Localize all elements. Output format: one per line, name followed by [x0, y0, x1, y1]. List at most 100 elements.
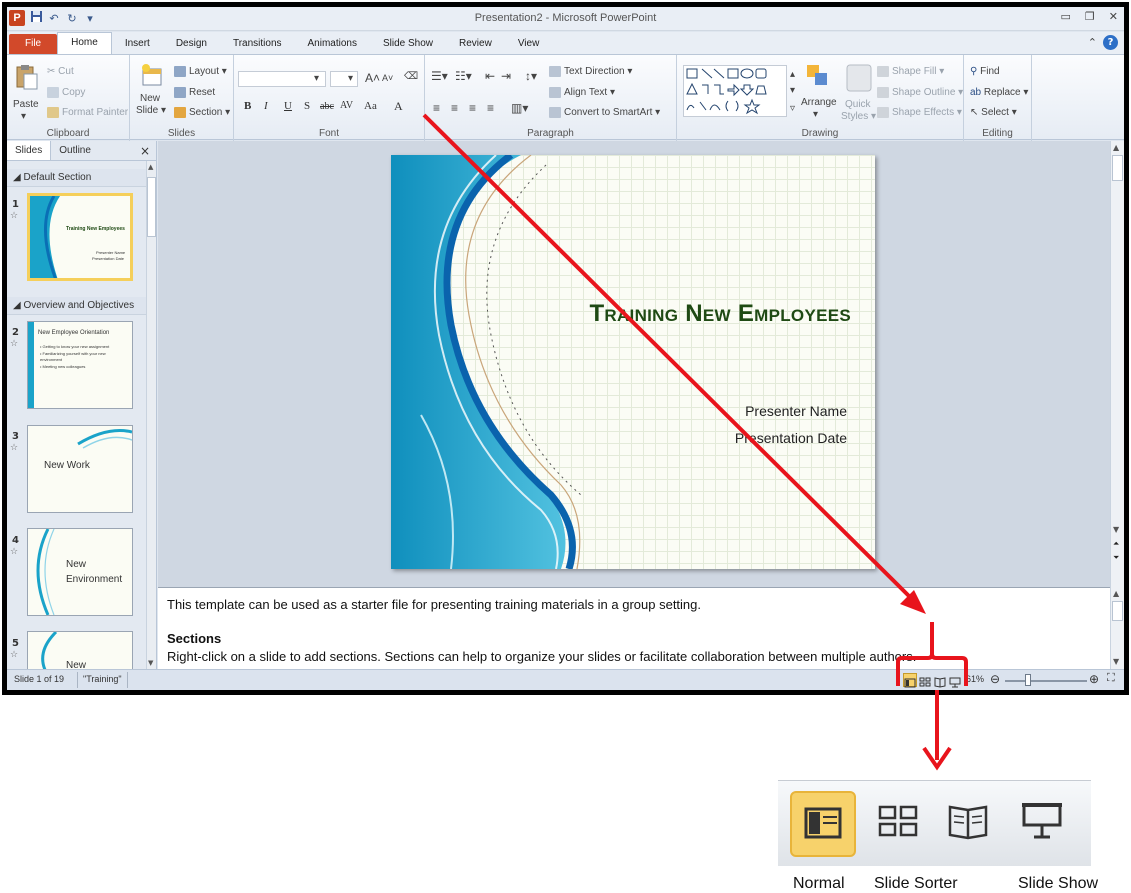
decrease-indent-icon[interactable]: ⇤	[485, 69, 495, 83]
next-slide-icon[interactable]: ⏷	[1113, 553, 1119, 563]
shapes-gallery[interactable]	[683, 65, 787, 117]
slide-title[interactable]: Training New Employees	[561, 300, 851, 328]
arrange-dropdown-icon[interactable]: ▾	[813, 109, 818, 120]
underline-button[interactable]: U	[284, 100, 292, 112]
notes-pane[interactable]: This template can be used as a starter f…	[158, 587, 1110, 669]
scroll-up-icon[interactable]: ▲	[148, 163, 153, 171]
align-left-icon[interactable]: ≡	[433, 101, 440, 115]
tab-animations[interactable]: Animations	[295, 34, 370, 54]
scroll-up-icon[interactable]: ▲	[1113, 589, 1119, 598]
change-case-button[interactable]: Aa	[364, 100, 377, 112]
close-pane-icon[interactable]: ×	[140, 144, 150, 158]
scroll-up-icon[interactable]: ▲	[1113, 143, 1119, 152]
font-color-button[interactable]: A	[394, 99, 403, 114]
current-slide[interactable]: Training New Employees Presenter Name Pr…	[391, 155, 875, 569]
reading-view-button-large[interactable]	[938, 791, 1004, 857]
scroll-thumb[interactable]	[1112, 155, 1123, 181]
normal-view-button[interactable]	[903, 673, 917, 688]
zoom-slider-thumb[interactable]	[1025, 674, 1031, 686]
slide-show-view-button[interactable]	[949, 673, 963, 688]
format-painter-button[interactable]: Format Painter	[47, 107, 128, 118]
tab-slides[interactable]: Slides	[7, 141, 52, 160]
shape-fill-button[interactable]: Shape Fill ▾	[877, 66, 944, 77]
slides-pane-scrollbar[interactable]: ▲ ▼	[146, 161, 156, 669]
new-slide-label[interactable]: New	[140, 93, 160, 104]
text-direction-button[interactable]: Text Direction ▾	[549, 66, 632, 77]
replace-button[interactable]: ab Replace ▾	[970, 87, 1028, 98]
shapes-scroll-down-icon[interactable]: ▾	[790, 85, 795, 96]
slide-sorter-view-button-large[interactable]	[868, 791, 934, 857]
font-size-dropdown-icon[interactable]: ▾	[348, 73, 353, 84]
bold-button[interactable]: B	[244, 100, 251, 112]
align-center-icon[interactable]: ≡	[451, 101, 458, 115]
help-icon[interactable]: ?	[1103, 35, 1118, 50]
font-name-combo[interactable]	[238, 71, 326, 87]
increase-indent-icon[interactable]: ⇥	[501, 69, 511, 83]
slide-show-view-button-large[interactable]	[1012, 791, 1078, 857]
shapes-scroll-up-icon[interactable]: ▴	[790, 69, 795, 80]
tab-insert[interactable]: Insert	[112, 34, 163, 54]
arrange-icon[interactable]	[805, 63, 829, 89]
slide-scrollbar[interactable]: ▲ ▼ ⏶ ⏷	[1110, 141, 1124, 587]
quick-styles-icon[interactable]	[845, 63, 873, 93]
slide-thumbnail-4[interactable]: New Environment	[27, 528, 133, 616]
zoom-slider[interactable]	[1005, 680, 1087, 682]
fit-slide-icon[interactable]: ⛶	[1107, 672, 1115, 685]
zoom-in-icon[interactable]: ⊕	[1089, 672, 1099, 686]
font-size-combo[interactable]	[330, 71, 358, 87]
slide-thumbnail-2[interactable]: New Employee Orientation • Getting to kn…	[27, 321, 133, 409]
find-button[interactable]: ⚲ Find	[970, 66, 1000, 77]
columns-icon[interactable]: ▥▾	[511, 101, 528, 115]
shrink-font-icon[interactable]: A˅	[382, 73, 393, 83]
tab-review[interactable]: Review	[446, 34, 505, 54]
tab-transitions[interactable]: Transitions	[220, 34, 295, 54]
char-spacing-button[interactable]: AV	[340, 100, 353, 111]
tab-outline[interactable]: Outline	[51, 141, 99, 160]
section-overview[interactable]: ◢ Overview and Objectives	[7, 297, 147, 315]
reset-button[interactable]: Reset	[174, 87, 215, 98]
scroll-down-icon[interactable]: ▼	[1113, 525, 1119, 534]
slide-thumbnail-5[interactable]: New	[27, 631, 133, 669]
tab-file[interactable]: File	[9, 34, 58, 54]
paste-dropdown-icon[interactable]: ▾	[21, 111, 26, 122]
ribbon-collapse-icon[interactable]: ⌃	[1088, 36, 1097, 49]
bullets-icon[interactable]: ☰▾	[431, 69, 448, 83]
strikethrough-button[interactable]: abc	[320, 101, 334, 112]
normal-view-button-large[interactable]	[790, 791, 856, 857]
tab-design[interactable]: Design	[163, 34, 220, 54]
section-default[interactable]: ◢ Default Section	[7, 169, 147, 187]
select-button[interactable]: ↖ Select ▾	[970, 107, 1017, 118]
font-name-dropdown-icon[interactable]: ▾	[314, 73, 319, 84]
previous-slide-icon[interactable]: ⏶	[1113, 539, 1119, 549]
new-slide-icon[interactable]	[140, 63, 164, 89]
slide-thumbnail-3[interactable]: New Work	[27, 425, 133, 513]
clear-formatting-icon[interactable]: ⌫	[404, 71, 418, 82]
quick-styles-label[interactable]: Quick	[845, 99, 871, 110]
italic-button[interactable]: I	[264, 100, 268, 112]
slide-presentation-date[interactable]: Presentation Date	[641, 430, 847, 446]
grow-font-icon[interactable]: A˄	[365, 71, 380, 85]
new-slide-label-2[interactable]: Slide ▾	[136, 105, 166, 116]
arrange-button[interactable]: Arrange	[801, 97, 837, 108]
shape-outline-button[interactable]: Shape Outline ▾	[877, 87, 963, 98]
paste-icon[interactable]	[15, 63, 39, 90]
shapes-more-icon[interactable]: ▿	[790, 103, 795, 114]
zoom-out-icon[interactable]: ⊖	[990, 672, 1000, 686]
restore-icon[interactable]: ❐	[1085, 10, 1095, 23]
quick-styles-label-2[interactable]: Styles ▾	[841, 111, 876, 122]
section-button[interactable]: Section ▾	[174, 107, 230, 118]
copy-button[interactable]: Copy	[47, 87, 85, 98]
minimize-icon[interactable]: ▭	[1061, 10, 1071, 23]
numbering-icon[interactable]: ☷▾	[455, 69, 472, 83]
zoom-level[interactable]: 61%	[966, 674, 984, 684]
tab-home[interactable]: Home	[57, 32, 112, 54]
shape-effects-button[interactable]: Shape Effects ▾	[877, 107, 962, 118]
scroll-down-icon[interactable]: ▼	[148, 659, 153, 667]
slide-thumbnail-1[interactable]: Training New Employees Presenter Name Pr…	[27, 193, 133, 281]
tab-slide-show[interactable]: Slide Show	[370, 34, 446, 54]
justify-icon[interactable]: ≡	[487, 101, 494, 115]
slide-presenter-name[interactable]: Presenter Name	[641, 403, 847, 419]
line-spacing-icon[interactable]: ↕▾	[525, 69, 537, 83]
align-right-icon[interactable]: ≡	[469, 101, 476, 115]
cut-button[interactable]: ✂ Cut	[47, 66, 74, 77]
